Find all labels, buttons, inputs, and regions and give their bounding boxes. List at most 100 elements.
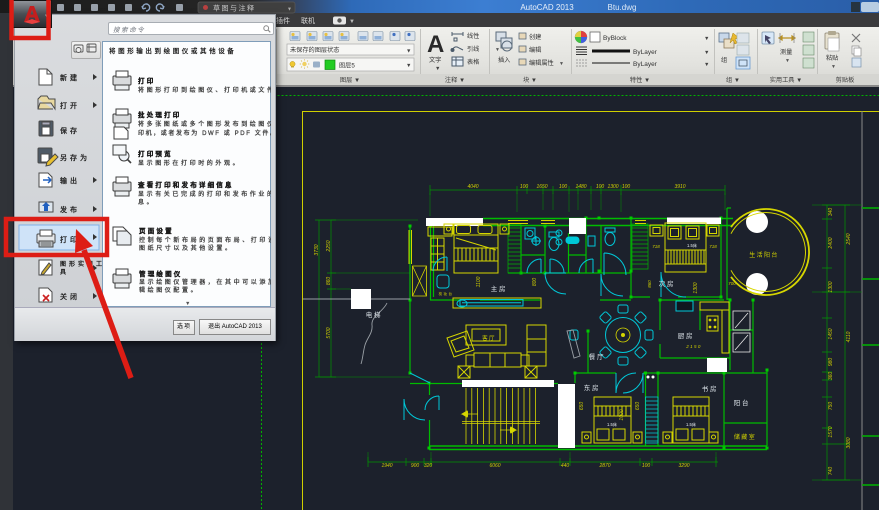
svg-text:860: 860: [647, 280, 652, 288]
svg-text:引线: 引线: [467, 45, 479, 53]
svg-text:插件: 插件: [276, 16, 290, 25]
svg-text:东房: 东房: [584, 383, 601, 392]
svg-text:图层 ▼: 图层 ▼: [340, 77, 360, 84]
svg-text:查看打印和发布详细信息: 查看打印和发布详细信息: [138, 180, 234, 189]
svg-text:▼: ▼: [349, 19, 355, 25]
svg-text:次房: 次房: [659, 279, 676, 288]
svg-text:图纸尺寸以及其他设置。: 图纸尺寸以及其他设置。: [139, 244, 234, 252]
svg-text:3290: 3290: [678, 463, 689, 469]
svg-text:特性 ▼: 特性 ▼: [630, 76, 650, 84]
svg-text:100: 100: [559, 184, 568, 190]
svg-text:插入: 插入: [498, 56, 510, 64]
svg-text:320: 320: [424, 463, 433, 469]
svg-text:980: 980: [828, 358, 834, 367]
svg-text:控制每个新布局的页面布局、打印设备、: 控制每个新布局的页面布局、打印设备、: [139, 236, 271, 244]
svg-text:2150: 2150: [685, 344, 702, 349]
svg-text:梳妆台: 梳妆台: [439, 291, 454, 296]
svg-text:▼: ▼: [785, 58, 790, 64]
svg-text:剪贴板: 剪贴板: [836, 76, 855, 84]
svg-text:100: 100: [520, 184, 529, 190]
svg-text:1100: 1100: [476, 276, 482, 287]
svg-text:测量: 测量: [780, 48, 792, 56]
svg-text:块 ▼: 块 ▼: [523, 76, 537, 84]
svg-text:辑绘图仪配置。: 辑绘图仪配置。: [139, 286, 199, 294]
svg-text:340: 340: [828, 208, 834, 217]
svg-text:▼: ▼: [704, 36, 709, 42]
svg-text:阳台: 阳台: [734, 398, 751, 407]
svg-text:页面设置: 页面设置: [139, 226, 174, 235]
svg-text:▼: ▼: [406, 63, 411, 69]
svg-text:2540: 2540: [846, 233, 852, 245]
svg-text:1570: 1570: [828, 426, 834, 437]
svg-text:2250: 2250: [326, 240, 332, 252]
svg-text:发布: 发布: [60, 205, 80, 214]
svg-text:1.5床: 1.5床: [686, 421, 697, 428]
svg-text:2400: 2400: [828, 237, 834, 249]
svg-text:厨房: 厨房: [678, 331, 695, 340]
svg-text:印机，或者发布为 DWF 或 PDF 文件。: 印机，或者发布为 DWF 或 PDF 文件。: [138, 129, 271, 137]
svg-text:ByLayer: ByLayer: [633, 49, 658, 56]
svg-text:文字: 文字: [429, 56, 441, 64]
svg-text:1650: 1650: [536, 184, 547, 190]
svg-text:2870: 2870: [598, 463, 610, 469]
svg-text:未保存的图层状态: 未保存的图层状态: [290, 46, 340, 54]
svg-text:5700: 5700: [326, 327, 332, 338]
svg-text:360: 360: [828, 372, 834, 381]
svg-text:100: 100: [642, 463, 651, 469]
svg-text:创建: 创建: [529, 33, 541, 41]
svg-text:打印: 打印: [60, 235, 80, 244]
svg-text:700: 700: [728, 281, 736, 286]
svg-text:将图形打印到绘图仪、打印机或文件。: 将图形打印到绘图仪、打印机或文件。: [138, 86, 271, 94]
svg-text:4040: 4040: [467, 184, 478, 190]
svg-text:批处理打印: 批处理打印: [138, 110, 182, 119]
svg-text:表格: 表格: [467, 58, 480, 66]
svg-text:▼: ▼: [406, 49, 411, 55]
svg-text:4110: 4110: [846, 331, 852, 342]
svg-text:输出: 输出: [60, 176, 80, 185]
svg-text:ByBlock: ByBlock: [603, 35, 627, 42]
svg-text:1300: 1300: [828, 281, 834, 292]
svg-text:1300: 1300: [693, 282, 699, 293]
svg-text:图形实用工: 图形实用工: [60, 260, 102, 268]
svg-text:6060: 6060: [489, 463, 500, 469]
svg-text:100: 100: [596, 184, 605, 190]
svg-text:另存为: 另存为: [60, 153, 90, 162]
svg-text:具: 具: [60, 269, 69, 276]
svg-text:▼: ▼: [559, 61, 564, 67]
svg-text:实用工具 ▼: 实用工具 ▼: [770, 76, 803, 84]
svg-text:3730: 3730: [314, 244, 320, 255]
svg-text:组 ▼: 组 ▼: [726, 76, 740, 84]
svg-text:电梯: 电梯: [366, 310, 383, 319]
svg-text:900: 900: [411, 463, 420, 469]
svg-text:3910: 3910: [674, 184, 685, 190]
svg-text:650: 650: [579, 402, 585, 411]
svg-text:生活阳台: 生活阳台: [749, 251, 779, 259]
svg-text:740: 740: [828, 467, 834, 476]
svg-text:1450: 1450: [828, 328, 834, 339]
svg-text:线性: 线性: [467, 32, 479, 40]
svg-text:▼: ▼: [44, 14, 50, 20]
svg-text:100: 100: [622, 184, 631, 190]
svg-text:800: 800: [532, 278, 538, 287]
svg-text:打开: 打开: [60, 101, 80, 110]
svg-text:显示图形在打印时的外观。: 显示图形在打印时的外观。: [138, 159, 241, 167]
svg-text:▼: ▼: [435, 66, 440, 72]
svg-text:440: 440: [561, 463, 570, 469]
svg-text:主房: 主房: [491, 284, 508, 293]
svg-text:保存: 保存: [60, 126, 80, 135]
svg-text:AutoCAD 2013: AutoCAD 2013: [520, 3, 574, 12]
svg-text:3080: 3080: [846, 437, 852, 448]
svg-text:1300: 1300: [607, 184, 618, 190]
svg-text:Btu.dwg: Btu.dwg: [608, 3, 637, 12]
svg-text:750: 750: [828, 402, 834, 411]
svg-text:▼: ▼: [495, 47, 500, 53]
svg-text:编辑: 编辑: [529, 46, 541, 54]
svg-text:客厅: 客厅: [482, 334, 496, 342]
svg-text:草图与注释: 草图与注释: [213, 4, 256, 13]
svg-text:储藏室: 储藏室: [734, 433, 756, 441]
svg-text:860: 860: [326, 277, 332, 286]
svg-text:▼: ▼: [287, 7, 292, 13]
svg-text:图层5: 图层5: [339, 63, 355, 70]
svg-text:关闭: 关闭: [60, 292, 80, 301]
svg-text:▼: ▼: [704, 62, 709, 68]
